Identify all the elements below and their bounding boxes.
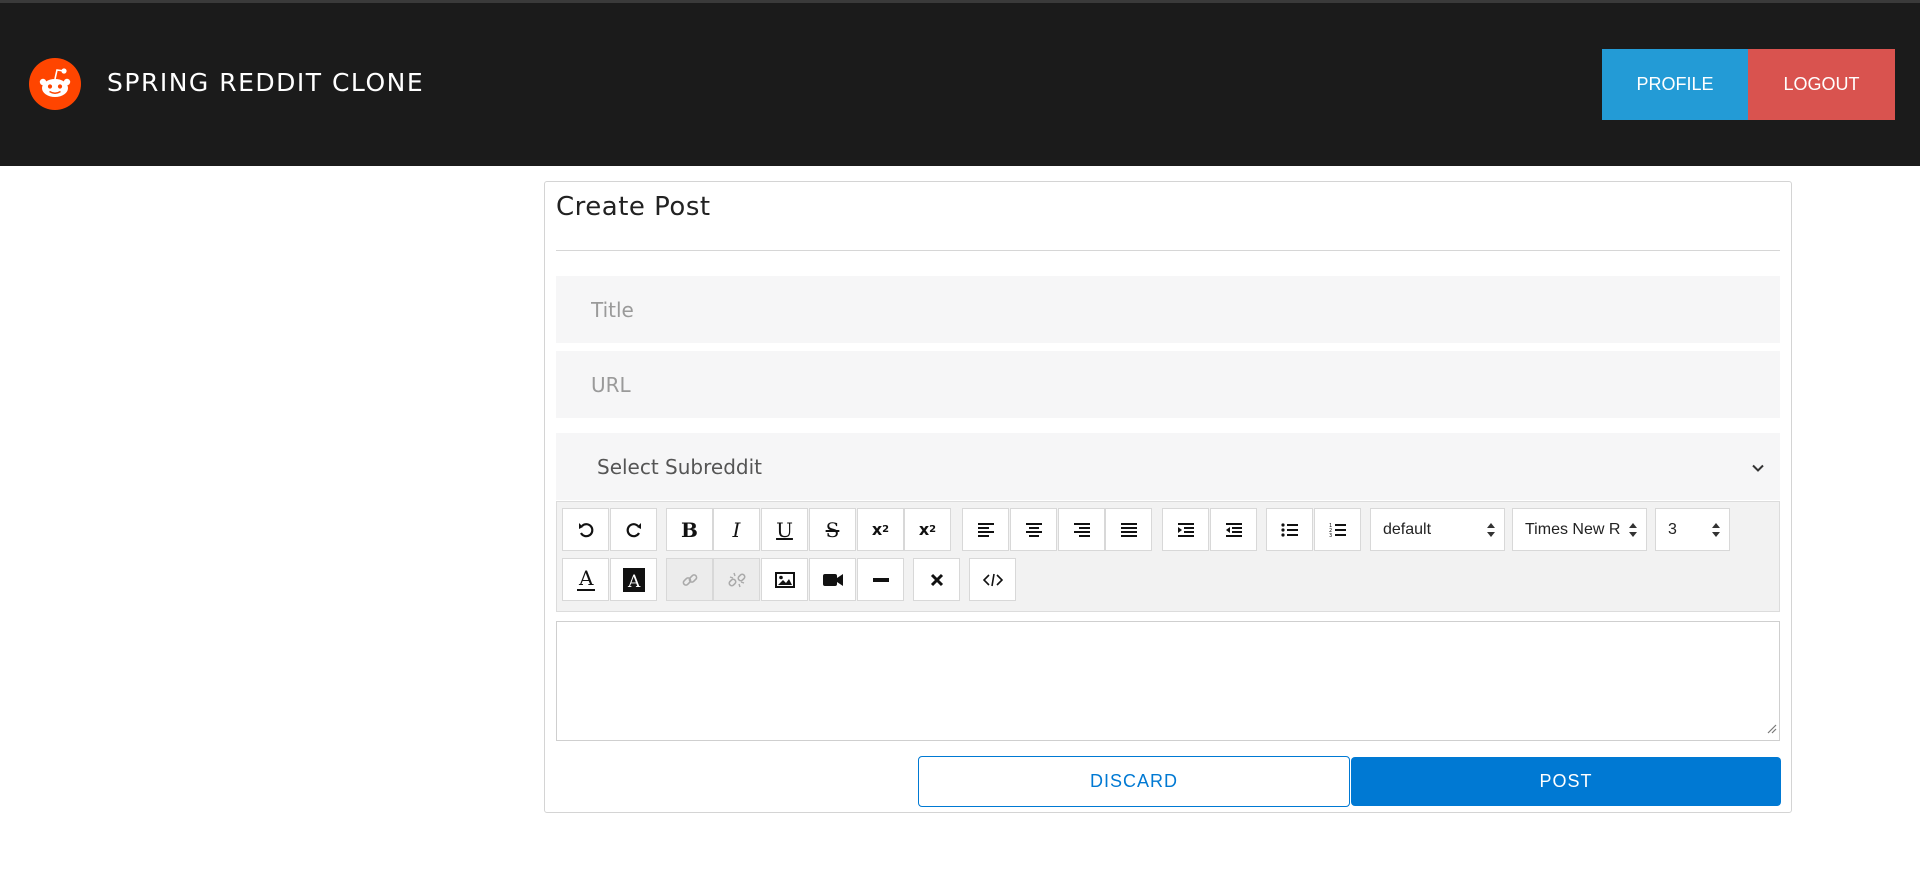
title-input[interactable] (556, 276, 1780, 343)
post-button[interactable]: POST (1351, 757, 1781, 806)
strikethrough-icon[interactable]: S (809, 508, 856, 551)
video-icon[interactable] (809, 558, 856, 601)
discard-button[interactable]: DISCARD (918, 756, 1350, 807)
subreddit-select-value: Select Subreddit (597, 454, 762, 479)
logout-button[interactable]: LOGOUT (1748, 49, 1895, 120)
svg-text:3: 3 (1329, 533, 1332, 538)
font-family-value: Times New R (1525, 520, 1621, 538)
bullet-list-icon[interactable] (1266, 508, 1313, 551)
image-icon[interactable] (761, 558, 808, 601)
profile-button[interactable]: PROFILE (1602, 49, 1748, 120)
resize-handle-icon[interactable] (1765, 719, 1777, 738)
bold-icon[interactable]: B (666, 508, 713, 551)
undo-icon[interactable] (562, 508, 609, 551)
link-icon[interactable] (666, 558, 713, 601)
italic-icon[interactable]: I (713, 508, 760, 551)
underline-icon[interactable]: U (761, 508, 808, 551)
align-left-icon[interactable] (962, 508, 1009, 551)
chevron-down-icon (1750, 457, 1766, 481)
unlink-icon[interactable] (713, 558, 760, 601)
editor-toolbar: B I U S x2 x2 123 default Times New R 3 … (556, 501, 1780, 612)
background-color-icon[interactable]: A (610, 558, 657, 601)
font-size-value: 3 (1668, 520, 1677, 538)
divider (556, 250, 1780, 251)
outdent-icon[interactable] (1210, 508, 1257, 551)
svg-text:A: A (627, 572, 641, 592)
svg-text:A: A (578, 567, 594, 590)
align-right-icon[interactable] (1058, 508, 1105, 551)
numbered-list-icon[interactable]: 123 (1314, 508, 1361, 551)
redo-icon[interactable] (610, 508, 657, 551)
code-view-icon[interactable] (969, 558, 1016, 601)
horizontal-rule-icon[interactable] (857, 558, 904, 601)
font-style-dropdown[interactable]: default (1370, 508, 1505, 551)
navbar: SPRING REDDIT CLONE PROFILE LOGOUT (0, 3, 1920, 166)
subscript-icon[interactable]: x2 (857, 508, 904, 551)
superscript-icon[interactable]: x2 (904, 508, 951, 551)
select-arrows-icon (1486, 522, 1496, 543)
page-title: Create Post (556, 192, 711, 222)
align-center-icon[interactable] (1010, 508, 1057, 551)
indent-icon[interactable] (1162, 508, 1209, 551)
clear-format-icon[interactable] (913, 558, 960, 601)
font-style-value: default (1383, 520, 1432, 538)
brand-title[interactable]: SPRING REDDIT CLONE (107, 68, 424, 97)
justify-icon[interactable] (1105, 508, 1152, 551)
url-input[interactable] (556, 351, 1780, 418)
reddit-logo-icon[interactable] (29, 58, 81, 110)
create-post-card: Create Post Select Subreddit B I U S x2 … (544, 181, 1792, 813)
subreddit-select[interactable]: Select Subreddit (556, 433, 1780, 500)
select-arrows-icon (1628, 522, 1638, 543)
select-arrows-icon (1711, 522, 1721, 543)
font-family-dropdown[interactable]: Times New R (1512, 508, 1647, 551)
text-color-icon[interactable]: A (562, 558, 609, 601)
font-size-dropdown[interactable]: 3 (1655, 508, 1730, 551)
post-body-editor[interactable] (556, 621, 1780, 741)
